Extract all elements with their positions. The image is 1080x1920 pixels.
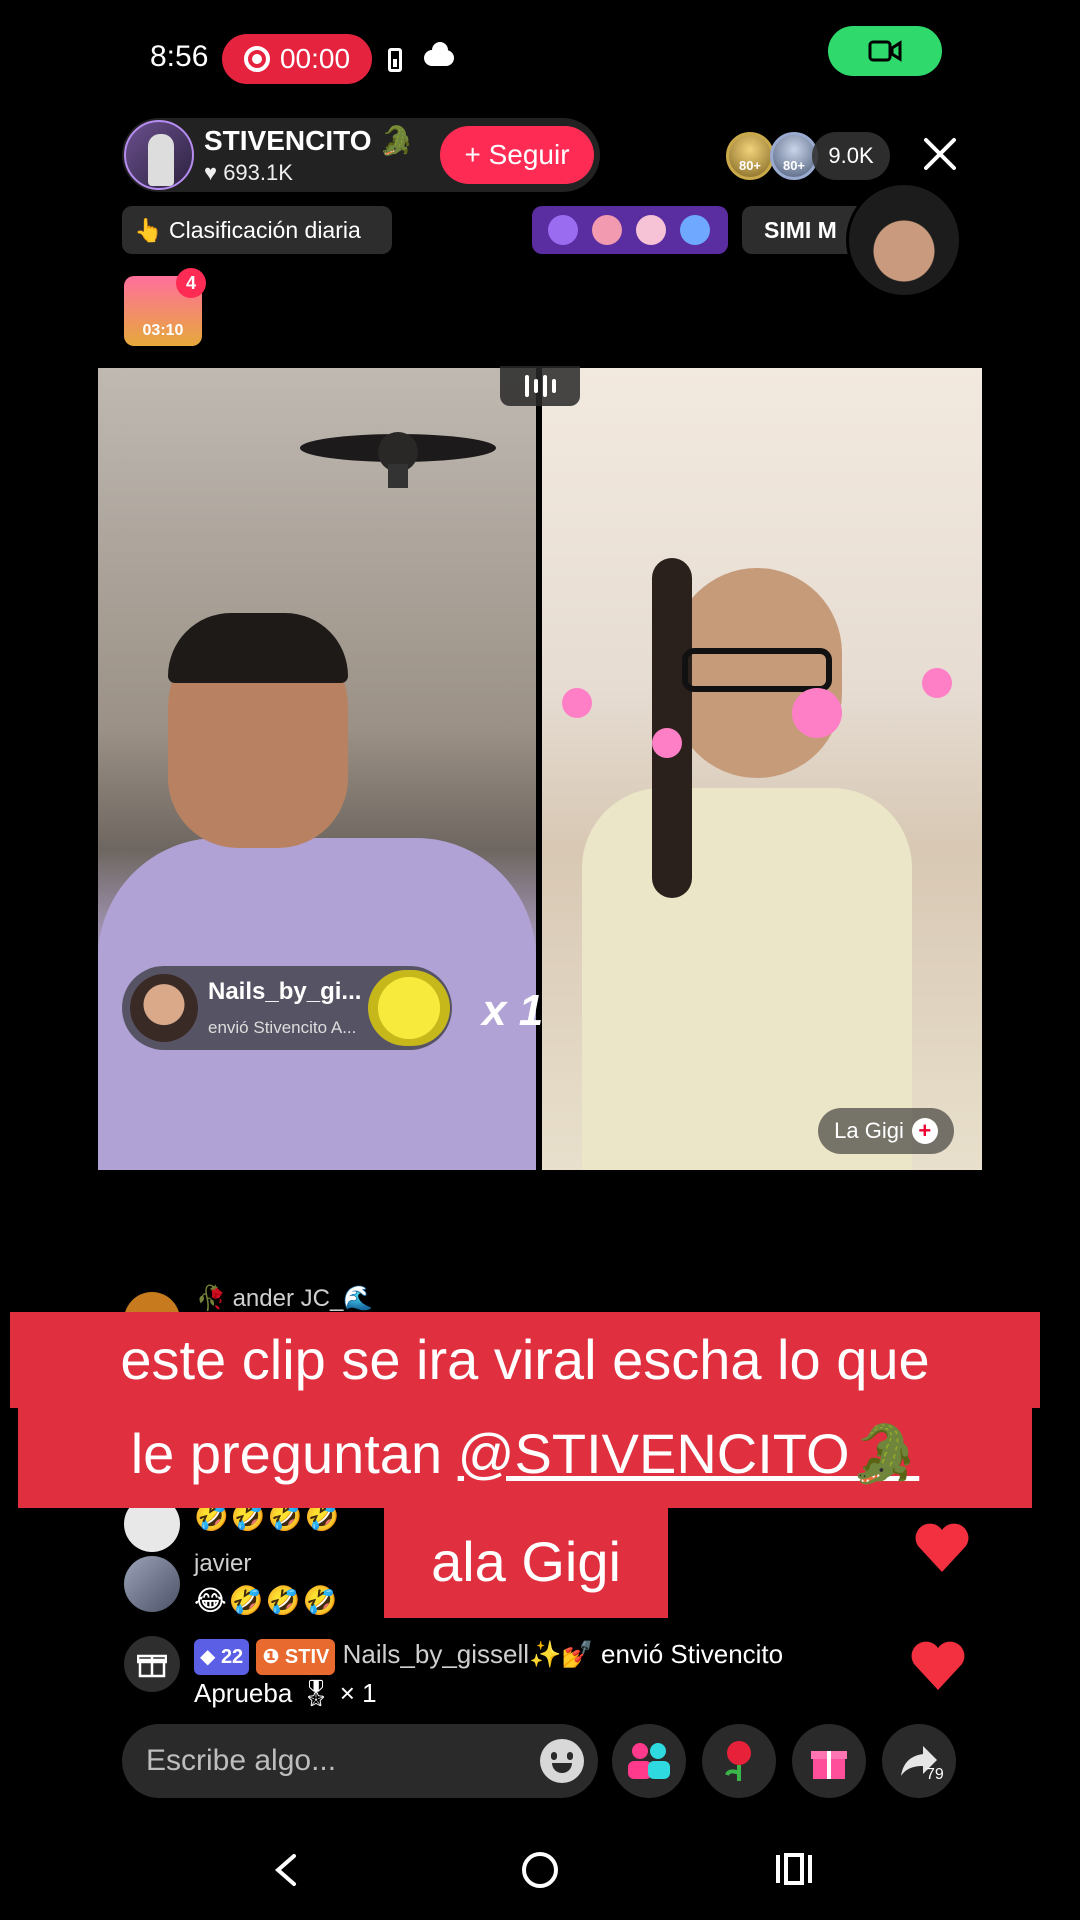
caption-line-2: le preguntan @STIVENCITO🐊 [18,1400,1032,1508]
comment-username: 🥀 ander JC_🌊 [196,1285,374,1312]
floating-heart-icon [911,1641,965,1690]
gift-box-icon [137,1654,167,1678]
home-icon[interactable] [522,1852,558,1888]
back-icon[interactable] [272,1852,300,1888]
target-icon [548,215,578,245]
gift-button[interactable] [792,1724,866,1798]
rose-gift-button[interactable] [702,1724,776,1798]
status-time: 8:56 [150,40,209,73]
gift-banner-subtitle: envió Stivencito A... [208,1018,357,1037]
chest-count-badge: 4 [176,268,206,298]
co-host-avatar[interactable] [846,182,962,298]
gift-icon [811,1751,847,1779]
host-avatar[interactable] [124,120,194,190]
video-camera-button[interactable] [828,26,942,76]
floating-heart-icon [915,1523,969,1572]
viewer-count[interactable]: 9.0K [812,132,890,180]
events-pill[interactable] [532,206,728,254]
multi-guest-icon [628,1743,670,1779]
guest-name: La Gigi [834,1118,904,1143]
guest-name-pill[interactable]: La Gigi + [818,1108,954,1154]
daily-ranking-button[interactable]: 👆 Clasificación diaria [122,206,392,254]
gift-sender-avatar[interactable] [130,974,198,1042]
host-likes-value: 693.1K [223,160,293,185]
rose-icon [725,1741,751,1781]
caption-line-1: este clip se ira viral escha lo que [10,1312,1040,1408]
top-viewer-badge-2[interactable]: 80+ [770,132,818,180]
fan-club-badge: ❶ STIV [256,1639,336,1675]
battery-icon [388,48,402,72]
record-icon [243,46,270,72]
emoji-icon[interactable] [540,1739,584,1783]
gift-sender-name: Nails_by_gi... [208,978,362,1005]
host-name[interactable]: STIVENCITO 🐊 [204,124,414,157]
recent-apps-icon[interactable] [774,1852,814,1886]
record-time: 00:00 [279,43,351,74]
host-likes: ♥ 693.1K [204,160,293,185]
follow-button[interactable]: + Seguir [440,126,594,184]
gift-image [368,970,450,1046]
cloud-icon [424,42,454,66]
split-view-handle[interactable] [500,366,580,406]
add-guest-icon[interactable]: + [911,1118,938,1144]
caption-mention[interactable]: @STIVENCITO🐊 [458,1422,920,1485]
recording-indicator[interactable]: 00:00 [222,34,372,84]
guest-video[interactable] [542,368,982,1170]
gift-notification-line1: envió Stivencito [601,1639,784,1669]
level-badge: ◆ 22 [194,1639,250,1675]
comment-text: 😂🤣🤣🤣 [194,1585,340,1616]
gift-notification: ◆ 22 ❶ STIV Nails_by_gissell✨💅 envió Sti… [194,1636,894,1711]
close-icon[interactable] [920,134,960,174]
gift-icon-avatar [124,1636,180,1692]
gift-notification-user: Nails_by_gissell✨💅 [342,1639,594,1669]
comment-avatar[interactable] [124,1556,180,1612]
gift-multiplier: x 1 [482,986,544,1035]
comment-username: javier [194,1550,252,1577]
badge-icon [592,215,622,245]
gift-notification-line2: Aprueba 🎖 × 1 [194,1678,377,1708]
comment-input-box[interactable] [122,1724,598,1798]
share-button[interactable] [882,1724,956,1798]
share-count: 79 [926,1766,944,1783]
sparkle-icon [680,215,710,245]
ceiling-fan [300,432,496,488]
video-camera-icon [868,40,902,62]
donut-icon [636,215,666,245]
guests-button[interactable] [612,1724,686,1798]
comment-input[interactable] [146,1724,526,1798]
top-viewer-badge-1[interactable]: 80+ [726,132,774,180]
caption-line-3: ala Gigi [384,1506,668,1618]
